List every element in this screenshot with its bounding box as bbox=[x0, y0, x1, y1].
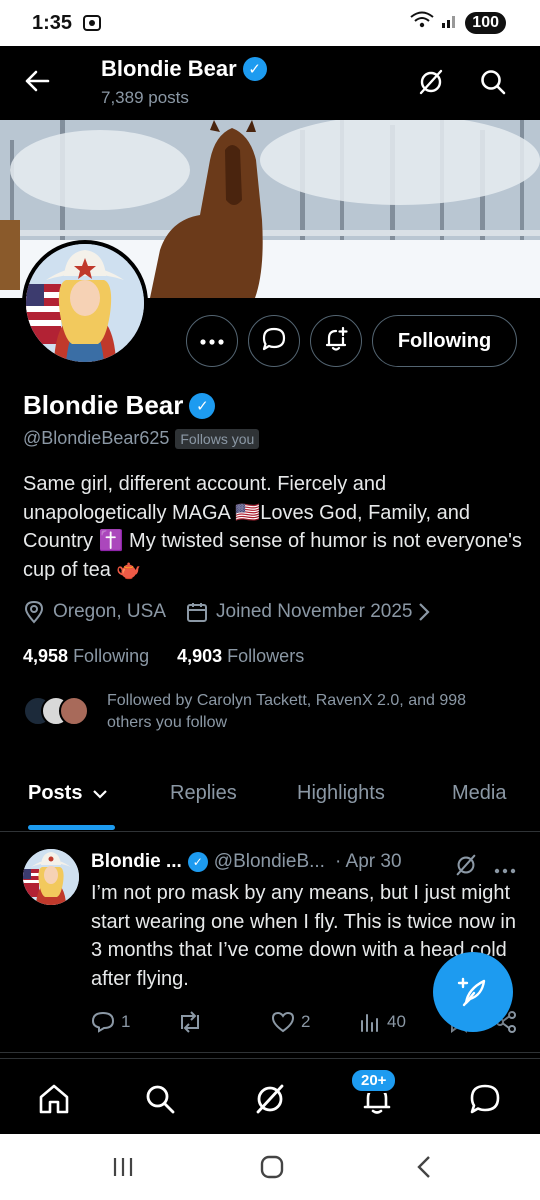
reply-count: 1 bbox=[121, 1012, 131, 1031]
verified-badge-icon: ✓ bbox=[242, 57, 267, 81]
repost-icon bbox=[177, 1011, 203, 1033]
search-icon[interactable] bbox=[140, 1079, 180, 1119]
back-arrow-icon[interactable] bbox=[24, 68, 50, 99]
post-header: Blondie ... ✓ @BlondieB... · Apr 30 bbox=[91, 851, 402, 873]
posts-count: 7,389 posts bbox=[101, 88, 189, 107]
grok-icon[interactable] bbox=[417, 68, 445, 101]
grok-icon[interactable] bbox=[250, 1079, 290, 1119]
tab-posts-label: Posts bbox=[28, 782, 83, 804]
system-navigation-bar bbox=[0, 1134, 540, 1200]
active-tab-indicator bbox=[28, 825, 115, 830]
back-button-icon[interactable] bbox=[414, 1154, 434, 1185]
bottom-navigation: 20+ bbox=[0, 1058, 540, 1134]
profile-bio: Same girl, different account. Fiercely a… bbox=[23, 473, 522, 581]
heart-icon bbox=[271, 1011, 295, 1033]
notification-badge: 20+ bbox=[350, 1068, 398, 1093]
following-label: Following bbox=[73, 646, 150, 666]
follow-stats: 4,958 Following 4,903 Followers bbox=[23, 646, 304, 667]
repost-action[interactable] bbox=[177, 1011, 203, 1033]
wifi-icon bbox=[409, 10, 435, 35]
signal-icon bbox=[441, 11, 459, 34]
post-more-icon[interactable] bbox=[494, 861, 516, 879]
compose-feather-icon bbox=[456, 975, 490, 1009]
followers-stat[interactable]: 4,903 Followers bbox=[177, 646, 304, 667]
reply-icon bbox=[91, 1011, 115, 1033]
verified-badge-icon: ✓ bbox=[189, 392, 216, 419]
views-chart-icon bbox=[359, 1011, 381, 1033]
verified-badge-icon: ✓ bbox=[187, 852, 208, 872]
header-title: Blondie Bear ✓ bbox=[101, 56, 267, 82]
screenshot-notification-icon bbox=[82, 13, 102, 38]
profile-handle: @BlondieBear625 bbox=[23, 428, 170, 448]
post-author-name[interactable]: Blondie ... bbox=[91, 851, 182, 873]
followers-count: 4,903 bbox=[177, 646, 223, 666]
recent-apps-icon[interactable] bbox=[112, 1156, 134, 1183]
messages-icon[interactable] bbox=[465, 1079, 505, 1119]
following-button[interactable]: Following bbox=[372, 315, 517, 367]
views-action[interactable]: 40 bbox=[359, 1011, 406, 1033]
profile-avatar[interactable] bbox=[22, 240, 148, 366]
message-button[interactable] bbox=[248, 315, 300, 367]
message-bubble-icon bbox=[261, 326, 287, 357]
following-count: 4,958 bbox=[23, 646, 69, 666]
home-icon[interactable] bbox=[34, 1079, 74, 1119]
tab-highlights[interactable]: Highlights bbox=[297, 782, 385, 805]
tab-media[interactable]: Media bbox=[452, 782, 506, 805]
mutual-followers-avatars[interactable] bbox=[23, 696, 93, 728]
calendar-icon bbox=[186, 601, 208, 623]
post-date[interactable]: · Apr 30 bbox=[335, 851, 402, 873]
follows-you-badge: Follows you bbox=[175, 428, 260, 449]
status-bar: 1:35 100 bbox=[0, 0, 540, 46]
handle-row: @BlondieBear625 Follows you bbox=[23, 428, 260, 449]
profile-tabs: Posts Replies Highlights Media bbox=[0, 768, 540, 832]
followed-by-text[interactable]: Followed by Carolyn Tackett, RavenX 2.0,… bbox=[107, 690, 507, 734]
profile-location: Oregon, USA bbox=[53, 601, 166, 622]
status-time: 1:35 bbox=[32, 12, 73, 34]
profile-display-name: Blondie Bear bbox=[23, 390, 184, 420]
chevron-right-icon[interactable] bbox=[418, 602, 431, 622]
notifications-subscribe-button[interactable] bbox=[310, 315, 362, 367]
view-count: 40 bbox=[387, 1012, 406, 1031]
battery-indicator: 100 bbox=[465, 11, 506, 34]
post-avatar[interactable] bbox=[23, 849, 79, 905]
tab-posts[interactable]: Posts bbox=[28, 782, 108, 805]
profile-meta: Oregon, USA Joined November 2025 bbox=[23, 600, 431, 624]
location-pin-icon bbox=[23, 600, 45, 624]
reply-action[interactable]: 1 bbox=[91, 1011, 130, 1033]
compose-post-button[interactable] bbox=[433, 952, 513, 1032]
post-author-handle[interactable]: @BlondieB... bbox=[214, 851, 325, 873]
like-count: 2 bbox=[301, 1012, 311, 1031]
followers-label: Followers bbox=[227, 646, 305, 666]
more-horizontal-icon bbox=[200, 332, 224, 350]
profile-header: Blondie Bear ✓ 7,389 posts bbox=[0, 46, 540, 120]
chevron-down-icon bbox=[92, 789, 108, 799]
tab-replies[interactable]: Replies bbox=[170, 782, 237, 805]
mutual-avatar bbox=[59, 696, 89, 726]
more-options-button[interactable] bbox=[186, 315, 238, 367]
following-stat[interactable]: 4,958 Following bbox=[23, 646, 149, 667]
bell-plus-icon bbox=[323, 326, 349, 357]
header-name: Blondie Bear bbox=[101, 56, 237, 81]
search-icon[interactable] bbox=[479, 68, 507, 101]
profile-name: Blondie Bear ✓ bbox=[23, 390, 216, 421]
like-action[interactable]: 2 bbox=[271, 1011, 310, 1033]
home-button-icon[interactable] bbox=[259, 1154, 285, 1185]
profile-joined-date: Joined November 2025 bbox=[216, 601, 413, 622]
